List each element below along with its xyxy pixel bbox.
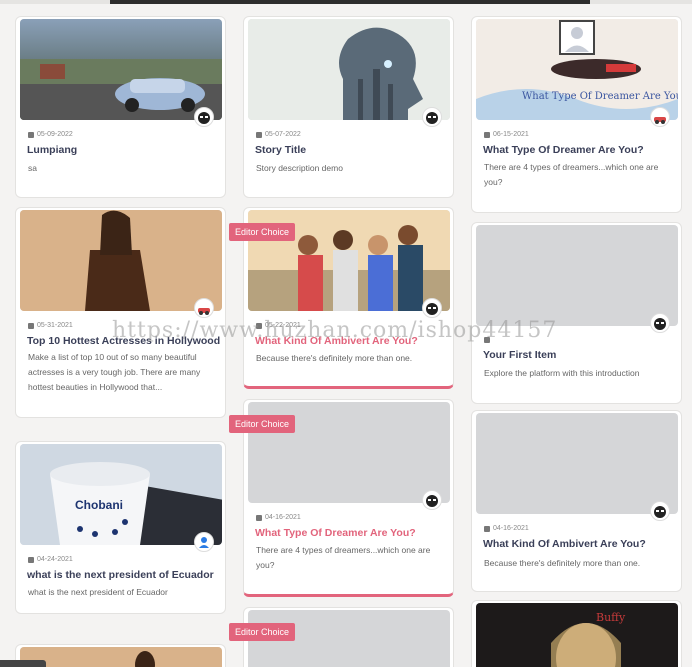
post-card-lumpiang[interactable]: 05-09-2022 Lumpiang sa: [15, 16, 226, 198]
calendar-icon: [28, 131, 34, 138]
post-card-dreamer[interactable]: What Type Of Dreamer Are You? 06-15-2021…: [471, 16, 682, 213]
post-title[interactable]: What Type Of Dreamer Are You?: [255, 527, 416, 539]
post-card-ambivert[interactable]: 04-16-2021 What Kind Of Ambivert Are You…: [471, 410, 682, 592]
svg-text:Chobani: Chobani: [75, 498, 123, 512]
post-date: 04-16-2021: [484, 525, 529, 532]
author-avatar[interactable]: [422, 107, 442, 127]
post-description: what is the next president of Ecuador: [28, 587, 168, 597]
post-description: Make a list of top 10 out of so many bea…: [28, 352, 201, 392]
thumbnail-actress[interactable]: [20, 647, 222, 667]
calendar-icon: [484, 525, 490, 532]
author-avatar[interactable]: [650, 107, 670, 127]
post-description: There are 4 types of dreamers...which on…: [484, 162, 659, 187]
post-description: sa: [28, 163, 37, 173]
editor-choice-badge: Editor Choice: [229, 223, 296, 241]
top-bar: [0, 0, 692, 4]
post-card-ecuador[interactable]: Chobani 04-24-2021 what is the next pres…: [15, 441, 226, 614]
calendar-icon: [28, 556, 34, 563]
post-card-actresses[interactable]: 05-31-2021 Top 10 Hottest Actresses in H…: [15, 207, 226, 418]
author-avatar[interactable]: [422, 490, 442, 510]
thumbnail-city-head[interactable]: [248, 19, 450, 120]
post-title[interactable]: what is the next president of Ecuador: [27, 569, 214, 581]
author-avatar[interactable]: [650, 313, 670, 333]
thumbnail-buffy[interactable]: Buffy: [476, 603, 678, 667]
post-card-partial[interactable]: [15, 644, 226, 667]
svg-text:Buffy: Buffy: [596, 611, 626, 624]
post-description: Explore the platform with this introduct…: [484, 368, 640, 378]
thumbnail-dreamer[interactable]: What Type Of Dreamer Are You?: [476, 19, 678, 120]
post-date: 05-07-2022: [256, 131, 301, 138]
author-avatar[interactable]: [194, 298, 214, 318]
post-date: 05-31-2021: [28, 322, 73, 329]
post-date: 04-24-2021: [28, 556, 73, 563]
thumbnail-yogurt[interactable]: Chobani: [20, 444, 222, 545]
post-date: 05-09-2022: [28, 131, 73, 138]
editor-choice-badge: Editor Choice: [229, 415, 296, 433]
thumbnail-placeholder[interactable]: [476, 413, 678, 514]
post-title[interactable]: What Type Of Dreamer Are You?: [483, 144, 644, 156]
post-card-partial[interactable]: Buffy: [471, 600, 682, 667]
thumbnail-actress[interactable]: [20, 210, 222, 311]
calendar-icon: [28, 322, 34, 329]
author-avatar[interactable]: [194, 532, 214, 552]
calendar-icon: [256, 131, 262, 138]
post-description: Because there's definitely more than one…: [484, 558, 641, 568]
svg-text:What Type Of Dreamer Are You?: What Type Of Dreamer Are You?: [522, 91, 678, 102]
post-date: 04-16-2021: [256, 514, 301, 521]
post-card-story-title[interactable]: 05-07-2022 Story Title Story description…: [243, 16, 454, 198]
thumbnail-placeholder[interactable]: [476, 225, 678, 326]
editor-choice-badge: Editor Choice: [229, 623, 296, 641]
post-description: Story description demo: [256, 163, 343, 173]
post-title[interactable]: Story Title: [255, 144, 306, 156]
thumbnail-car[interactable]: [20, 19, 222, 120]
post-description: Because there's definitely more than one…: [256, 353, 413, 363]
author-avatar[interactable]: [422, 298, 442, 318]
post-description: There are 4 types of dreamers...which on…: [256, 545, 431, 570]
post-title[interactable]: Lumpiang: [27, 144, 77, 156]
author-avatar[interactable]: [194, 107, 214, 127]
watermark-text: https://www.huzhan.com/ishop44157: [112, 318, 558, 343]
post-card-first-item[interactable]: Your First Item Explore the platform wit…: [471, 222, 682, 404]
post-date: 06-15-2021: [484, 131, 529, 138]
post-title[interactable]: Your First Item: [483, 349, 556, 361]
calendar-icon: [484, 131, 490, 138]
post-title[interactable]: What Kind Of Ambivert Are You?: [483, 538, 646, 550]
calendar-icon: [256, 514, 262, 521]
corner-tab: [0, 660, 46, 667]
author-avatar[interactable]: [650, 501, 670, 521]
